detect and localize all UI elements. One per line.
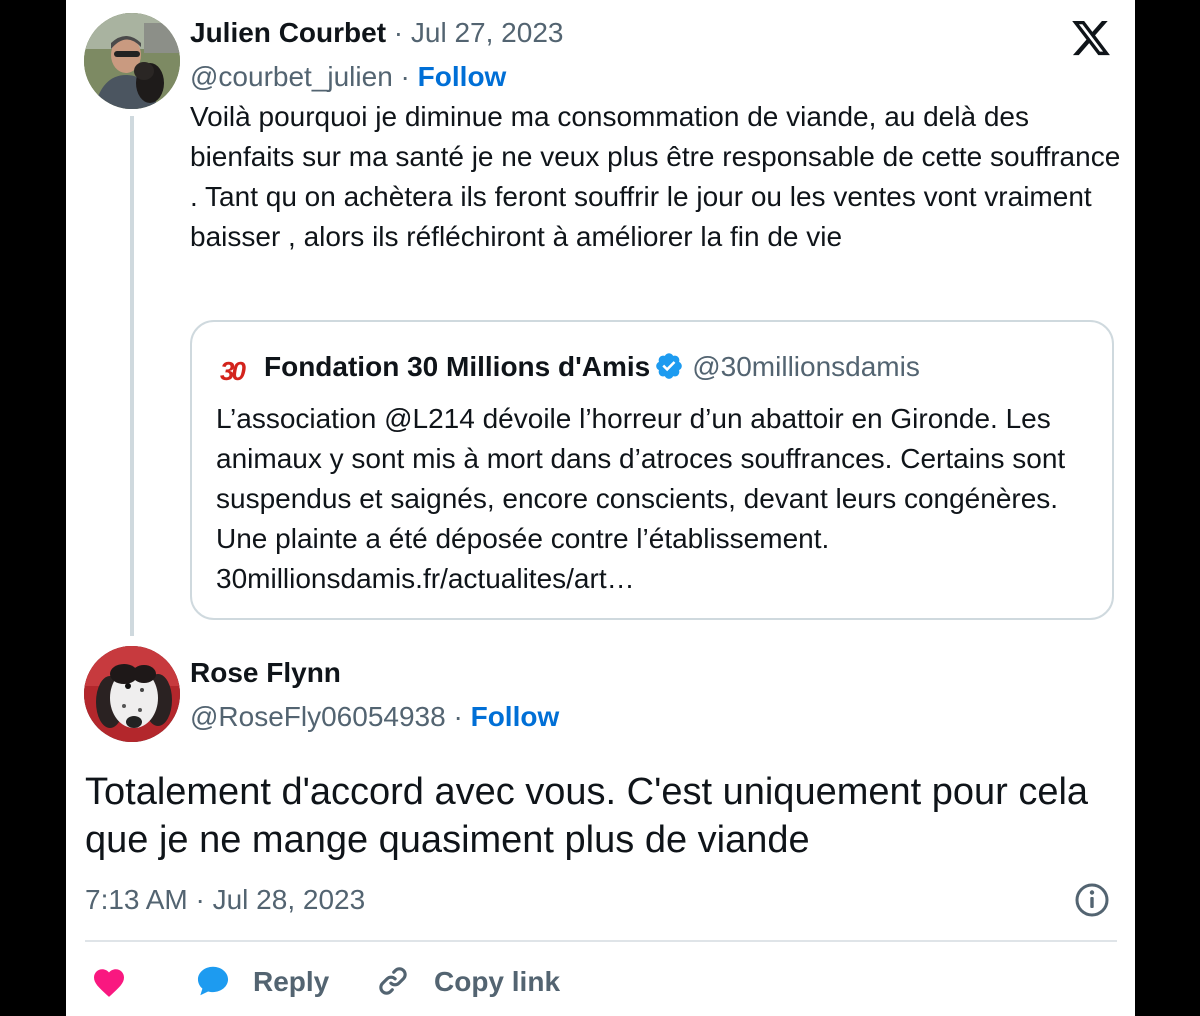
reply-button[interactable]: Reply bbox=[253, 962, 329, 1002]
quoted-author-name[interactable]: Fondation 30 Millions d'Amis bbox=[264, 351, 650, 382]
parent-header-line1: Julien Courbet · Jul 27, 2023 bbox=[190, 16, 563, 50]
quoted-handle[interactable]: @30millionsdamis bbox=[692, 351, 920, 382]
reply-handle[interactable]: @RoseFly06054938 bbox=[190, 701, 446, 732]
reply-separator: · bbox=[445, 701, 471, 732]
reply-follow-button[interactable]: Follow bbox=[471, 701, 560, 732]
parent-header-line2: @courbet_julien · Follow bbox=[190, 60, 506, 94]
link-icon[interactable] bbox=[376, 964, 410, 998]
julien-courbet-avatar[interactable] bbox=[84, 13, 180, 109]
parent-handle-separator: · bbox=[392, 61, 418, 92]
reply-header-line2: @RoseFly06054938 · Follow bbox=[190, 700, 559, 734]
reply-bubble-icon[interactable] bbox=[194, 962, 232, 1000]
parent-separator: · bbox=[386, 17, 411, 48]
reply-header-line1: Rose Flynn bbox=[190, 656, 341, 690]
info-icon[interactable] bbox=[1074, 882, 1110, 918]
quoted-tweet-header: Fondation 30 Millions d'Amis @30millionsd… bbox=[264, 350, 920, 384]
thread-connector-line bbox=[130, 116, 134, 636]
parent-date[interactable]: Jul 27, 2023 bbox=[411, 17, 564, 48]
reply-timestamp[interactable]: 7:13 AM · Jul 28, 2023 bbox=[85, 880, 365, 920]
fondation-logo: 30 bbox=[220, 356, 246, 386]
parent-tweet-text: Voilà pourquoi je diminue ma consommatio… bbox=[190, 101, 1121, 252]
heart-icon[interactable] bbox=[91, 964, 127, 998]
rose-flynn-avatar[interactable] bbox=[84, 646, 180, 742]
parent-follow-button[interactable]: Follow bbox=[418, 61, 507, 92]
quoted-tweet-text: L’association @L214 dévoile l’horreur d’… bbox=[216, 403, 1066, 594]
x-logo-icon[interactable] bbox=[1069, 17, 1113, 59]
copy-link-button[interactable]: Copy link bbox=[434, 962, 560, 1002]
verified-badge-icon bbox=[656, 353, 683, 379]
tweet-embed-card: Julien Courbet · Jul 27, 2023 @courbet_j… bbox=[66, 0, 1135, 1016]
quoted-tweet[interactable]: 30 Fondation 30 Millions d'Amis @30millio… bbox=[190, 320, 1114, 620]
parent-handle[interactable]: @courbet_julien bbox=[190, 61, 393, 92]
reply-author-name[interactable]: Rose Flynn bbox=[190, 657, 341, 688]
parent-author-name[interactable]: Julien Courbet bbox=[190, 17, 386, 48]
reply-tweet-text: Totalement d'accord avec vous. C'est uni… bbox=[85, 771, 1089, 861]
action-divider bbox=[85, 940, 1117, 942]
